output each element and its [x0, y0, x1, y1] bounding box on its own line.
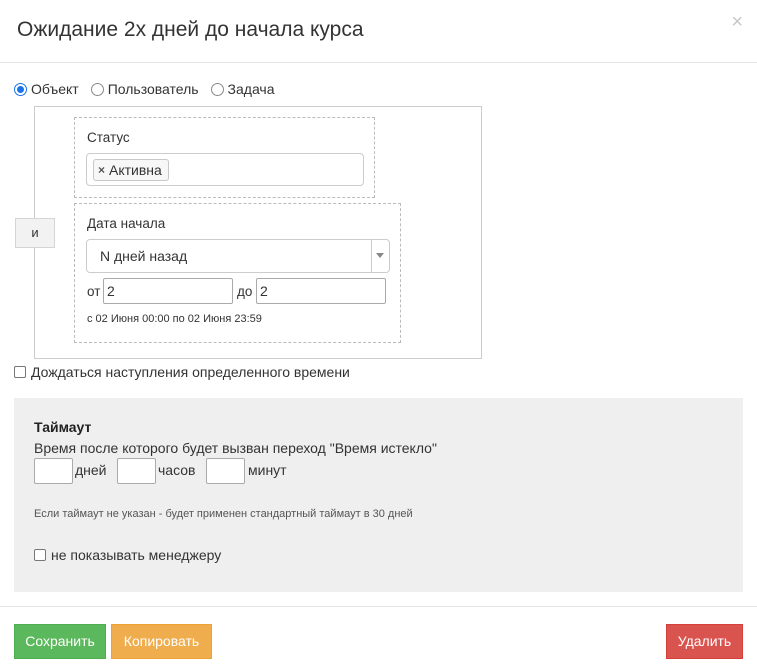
date-mode-select[interactable]: N дней назад — [86, 239, 390, 273]
chevron-down-icon — [376, 253, 384, 258]
radio-object-circle[interactable] — [14, 82, 27, 96]
to-label: до — [237, 284, 253, 299]
hide-from-manager-checkbox[interactable] — [34, 549, 46, 561]
radio-task-circle[interactable] — [210, 82, 224, 96]
radio-user[interactable]: Пользователь — [90, 81, 199, 97]
close-icon[interactable]: × — [731, 12, 743, 32]
radio-task-label: Задача — [227, 81, 275, 97]
radio-object[interactable]: Объект — [14, 81, 79, 97]
radio-user-label: Пользователь — [107, 81, 199, 97]
hide-from-manager-row[interactable]: не показывать менеджеру — [34, 547, 221, 563]
modal-title: Ожидание 2х дней до начала курса — [17, 18, 364, 41]
wait-time-label: Дождаться наступления определенного врем… — [31, 364, 350, 380]
date-range-hint: с 02 Июня 00:00 по 02 Июня 23:59 — [87, 313, 262, 325]
timeout-minutes-input[interactable] — [206, 458, 245, 484]
start-date-label: Дата начала — [87, 216, 166, 231]
hide-from-manager-label: не показывать менеджеру — [51, 547, 222, 563]
radio-user-circle[interactable] — [90, 82, 104, 96]
wait-time-row[interactable]: Дождаться наступления определенного врем… — [14, 364, 350, 380]
timeout-hours-input[interactable] — [117, 458, 156, 484]
status-tag-input[interactable]: × Активна — [86, 153, 364, 186]
timeout-description: Время после которого будет вызван перехо… — [34, 440, 437, 456]
select-arrow-zone[interactable] — [371, 240, 389, 272]
status-label: Статус — [87, 130, 130, 145]
from-label: от — [87, 284, 101, 299]
modal-dialog: Ожидание 2х дней до начала курса × Объек… — [0, 0, 757, 671]
scope-radio-group: Объект Пользователь Задача — [14, 81, 287, 97]
radio-object-label: Объект — [31, 81, 79, 97]
date-mode-value: N дней назад — [100, 248, 188, 264]
radio-task[interactable]: Задача — [210, 81, 275, 97]
modal-header: Ожидание 2х дней до начала курса × — [0, 0, 757, 63]
timeout-minutes-label: минут — [248, 462, 287, 478]
timeout-panel: Таймаут Время после которого будет вызва… — [14, 398, 743, 592]
to-input[interactable] — [256, 278, 386, 304]
from-input[interactable] — [103, 278, 233, 304]
delete-button[interactable]: Удалить — [666, 624, 743, 659]
timeout-days-label: дней — [75, 462, 107, 478]
timeout-days-input[interactable] — [34, 458, 73, 484]
status-tag: × Активна — [93, 159, 169, 181]
timeout-hours-label: часов — [158, 462, 196, 478]
status-tag-label: Активна — [109, 162, 162, 178]
modal-footer: Сохранить Копировать Удалить — [0, 606, 757, 671]
timeout-title: Таймаут — [34, 419, 92, 435]
copy-button[interactable]: Копировать — [111, 624, 212, 659]
save-button[interactable]: Сохранить — [14, 624, 106, 659]
timeout-note: Если таймаут не указан - будет применен … — [34, 508, 413, 520]
wait-time-checkbox[interactable] — [14, 366, 26, 378]
tag-remove-icon[interactable]: × — [98, 163, 105, 177]
and-operator-button[interactable]: и — [15, 218, 55, 248]
